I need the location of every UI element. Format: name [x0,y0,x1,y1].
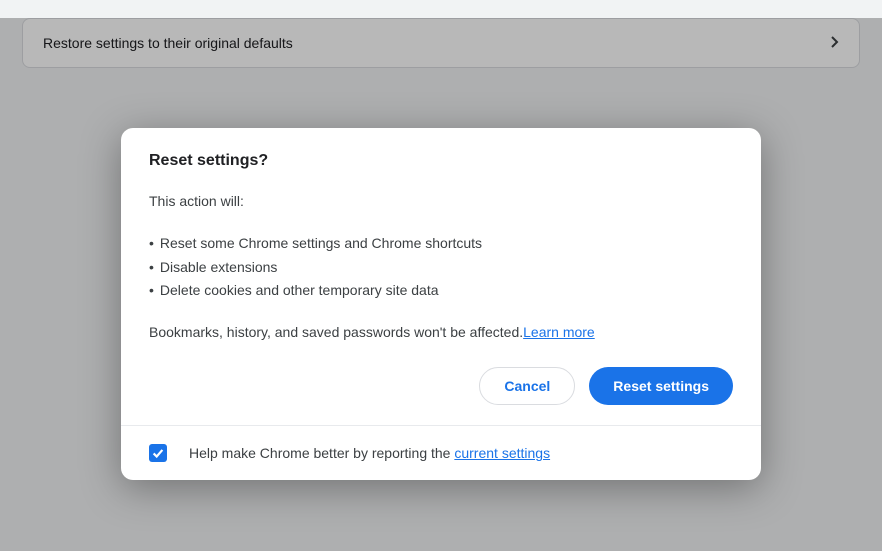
dialog-footnote: Bookmarks, history, and saved passwords … [149,321,733,345]
bullet-dot: • [149,232,154,256]
dialog-intro: This action will: [149,190,733,214]
dialog-title: Reset settings? [149,152,733,170]
footer-text: Help make Chrome better by reporting the [189,445,454,461]
reset-settings-dialog: Reset settings? This action will: •Reset… [121,128,761,480]
bullet-dot: • [149,279,154,303]
check-icon [151,446,165,460]
report-checkbox[interactable] [149,444,167,462]
footnote-text: Bookmarks, history, and saved passwords … [149,324,523,340]
list-item: •Disable extensions [149,256,733,280]
footer-label: Help make Chrome better by reporting the… [189,445,550,461]
bullet-dot: • [149,256,154,280]
bullet-text: Disable extensions [160,256,278,280]
reset-settings-button[interactable]: Reset settings [589,367,733,405]
cancel-button[interactable]: Cancel [479,367,575,405]
dialog-footer: Help make Chrome better by reporting the… [121,425,761,480]
dialog-content: Reset settings? This action will: •Reset… [121,128,761,425]
list-item: •Delete cookies and other temporary site… [149,279,733,303]
dialog-actions: Cancel Reset settings [149,367,733,405]
current-settings-link[interactable]: current settings [454,445,550,461]
list-item: •Reset some Chrome settings and Chrome s… [149,232,733,256]
bullet-text: Reset some Chrome settings and Chrome sh… [160,232,482,256]
dialog-body: This action will: •Reset some Chrome set… [149,190,733,405]
bullet-list: •Reset some Chrome settings and Chrome s… [149,232,733,303]
bullet-text: Delete cookies and other temporary site … [160,279,439,303]
learn-more-link[interactable]: Learn more [523,324,595,340]
